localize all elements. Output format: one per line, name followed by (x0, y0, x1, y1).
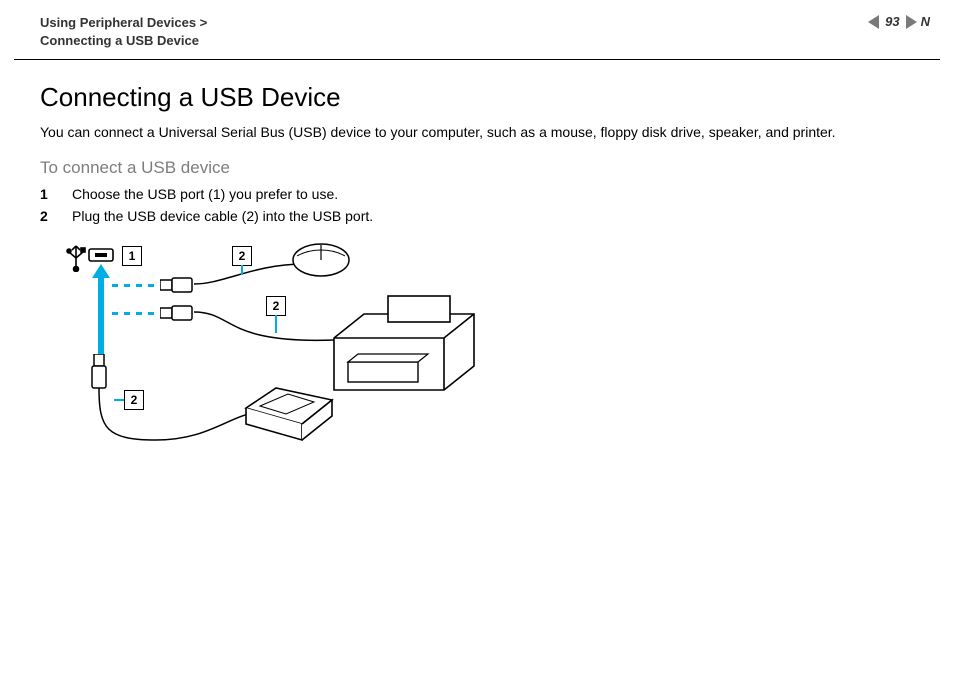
mouse-icon (291, 242, 351, 278)
usb-port-icon (88, 248, 114, 262)
step-number: 2 (40, 208, 54, 224)
page-title: Connecting a USB Device (40, 82, 914, 113)
breadcrumb-line-2: Connecting a USB Device (40, 32, 207, 50)
step-item: 2 Plug the USB device cable (2) into the… (40, 208, 914, 224)
printer-icon (324, 290, 484, 400)
step-text: Choose the USB port (1) you prefer to us… (72, 186, 338, 202)
nav-N: N (921, 14, 930, 29)
steps-list: 1 Choose the USB port (1) you prefer to … (40, 186, 914, 224)
step-item: 1 Choose the USB port (1) you prefer to … (40, 186, 914, 202)
usb-plug-icon (90, 354, 108, 390)
page-number: 93 (885, 14, 899, 29)
breadcrumb: Using Peripheral Devices > Connecting a … (40, 14, 207, 49)
breadcrumb-line-1: Using Peripheral Devices > (40, 14, 207, 32)
cable-line (194, 304, 334, 348)
intro-text: You can connect a Universal Serial Bus (… (40, 123, 914, 142)
callout-1: 1 (122, 246, 142, 266)
usb-plug-icon (160, 304, 194, 322)
page-nav: 93 N (868, 14, 930, 29)
cable-dashed (112, 312, 160, 315)
usb-icon (66, 242, 86, 272)
content: Connecting a USB Device You can connect … (0, 60, 954, 472)
leader-line (241, 265, 243, 275)
figure-usb-diagram: 1 2 (66, 242, 496, 472)
step-text: Plug the USB device cable (2) into the U… (72, 208, 373, 224)
page: Using Peripheral Devices > Connecting a … (0, 0, 954, 674)
next-page-icon[interactable] (906, 15, 917, 29)
page-header: Using Peripheral Devices > Connecting a … (0, 0, 954, 59)
step-number: 1 (40, 186, 54, 202)
floppy-drive-icon (242, 384, 336, 444)
usb-plug-icon (160, 276, 194, 294)
cable-line (96, 388, 256, 444)
callout-2: 2 (266, 296, 286, 316)
callout-2: 2 (232, 246, 252, 266)
leader-line (275, 315, 277, 333)
prev-page-icon[interactable] (868, 15, 879, 29)
cable-dashed (112, 284, 160, 287)
arrow-up-icon (92, 264, 110, 356)
leader-line (114, 399, 124, 401)
section-subhead: To connect a USB device (40, 158, 914, 178)
callout-2: 2 (124, 390, 144, 410)
